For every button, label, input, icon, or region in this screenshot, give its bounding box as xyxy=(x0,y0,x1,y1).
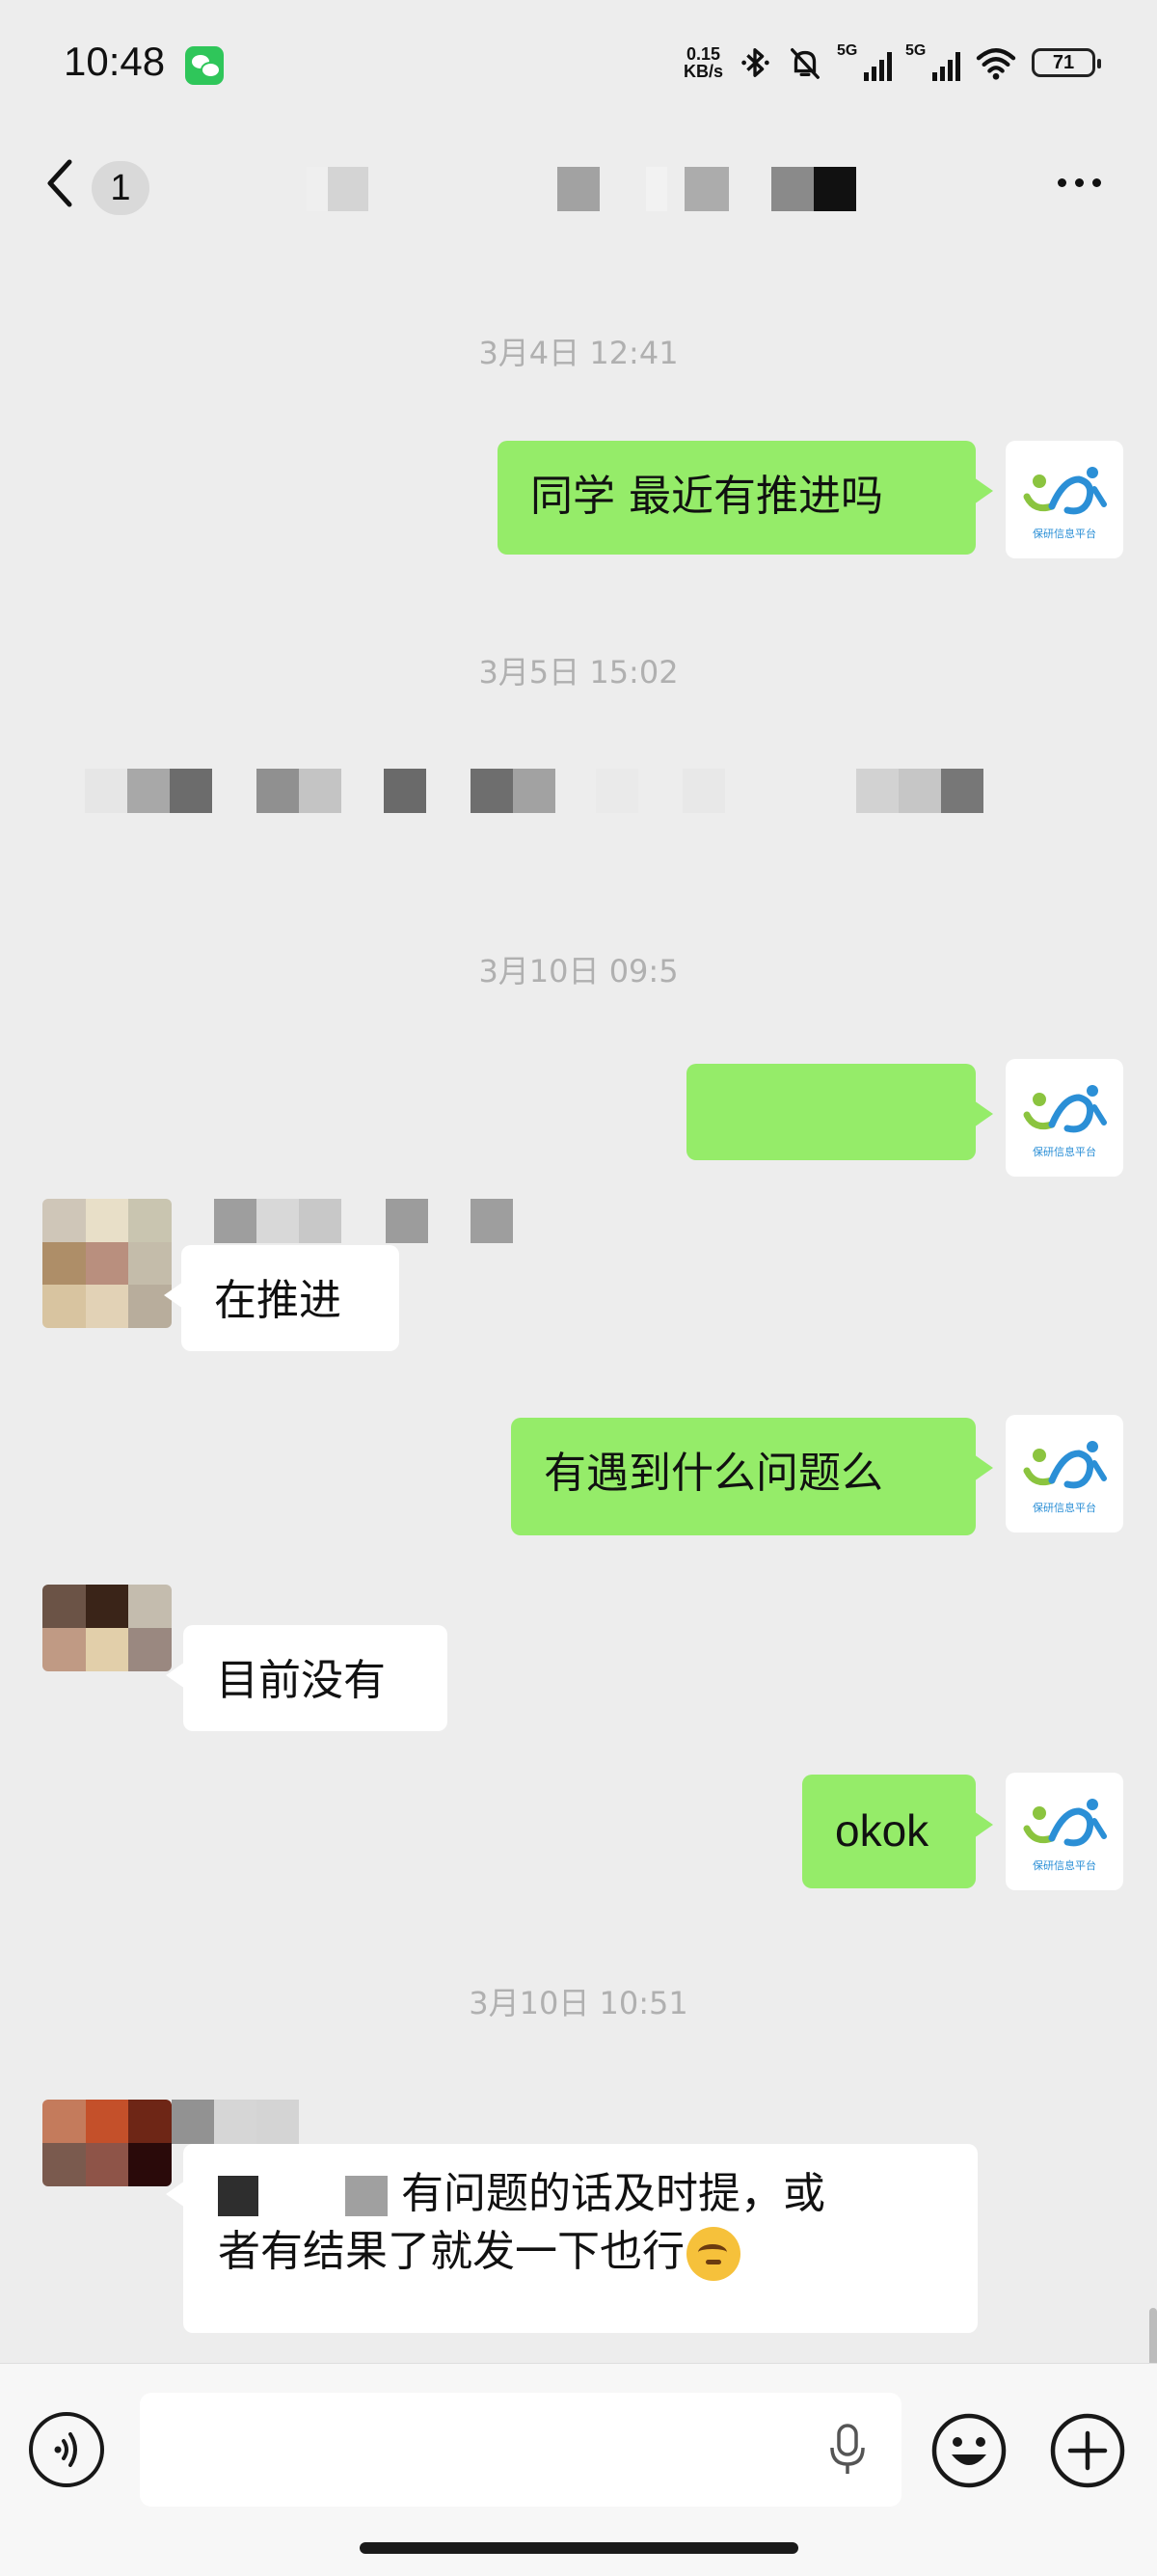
outgoing-message[interactable]: okok xyxy=(802,1775,993,1888)
chevron-left-icon xyxy=(47,159,72,207)
microphone-icon[interactable] xyxy=(824,2422,871,2478)
wechat-app-icon xyxy=(185,46,224,85)
my-avatar[interactable]: 保研信息平台 xyxy=(1006,1059,1123,1177)
message-timestamp: 3月10日 10:51 xyxy=(469,1985,688,2021)
title-pixelated-mosaic xyxy=(289,167,868,215)
outgoing-message-obscured[interactable] xyxy=(686,1064,993,1160)
platform-logo-icon: 保研信息平台 xyxy=(1023,1441,1107,1514)
signal-icon: 5G xyxy=(837,42,892,81)
status-time: 10:48 xyxy=(64,39,166,84)
message-text-line1: 有问题的话及时提，或 xyxy=(401,2169,825,2218)
network-type-2: 5G xyxy=(905,42,927,59)
net-speed: 0.15 KB/s xyxy=(684,45,723,80)
unread-count-badge[interactable]: 1 xyxy=(92,161,149,215)
my-avatar[interactable]: 保研信息平台 xyxy=(1006,1415,1123,1532)
voice-button[interactable] xyxy=(29,2412,104,2487)
more-options-button[interactable] xyxy=(1058,178,1101,187)
unread-count: 1 xyxy=(110,167,131,208)
back-button[interactable] xyxy=(39,154,87,212)
status-bar: 10:48 0.15 KB/s 5G 5G 71 xyxy=(0,0,1157,130)
net-speed-unit: KB/s xyxy=(683,62,723,81)
more-dots-icon xyxy=(1058,178,1066,187)
battery-level: 71 xyxy=(1052,51,1075,73)
message-list[interactable]: 3月4日 12:41 同学 最近有推进吗 保研信息平台 3月5日 15:02 3… xyxy=(0,236,1157,2566)
my-avatar[interactable]: 保研信息平台 xyxy=(1006,441,1123,558)
input-bar xyxy=(0,2363,1157,2576)
avatar-caption: 保研信息平台 xyxy=(1033,527,1096,540)
avatar-caption: 保研信息平台 xyxy=(1033,1858,1096,1872)
bluetooth-icon xyxy=(741,48,769,77)
message-input[interactable] xyxy=(140,2393,901,2507)
message-line: 有问题的话及时提，或 xyxy=(218,2165,943,2223)
status-icons: 0.15 KB/s 5G 5G 71 xyxy=(684,39,1101,87)
message-timestamp: 3月4日 12:41 xyxy=(478,335,679,371)
voice-icon xyxy=(54,2432,77,2467)
home-indicator xyxy=(360,2542,798,2554)
avatar-caption: 保研信息平台 xyxy=(1033,1145,1096,1158)
outgoing-message[interactable]: 同学 最近有推进吗 xyxy=(498,441,993,555)
platform-logo-icon: 保研信息平台 xyxy=(1023,1085,1107,1158)
incoming-message[interactable]: 在推进 xyxy=(164,1245,399,1351)
thinking-face-emoji xyxy=(686,2227,740,2281)
platform-logo-icon: 保研信息平台 xyxy=(1023,1799,1107,1872)
contact-avatar[interactable] xyxy=(42,1199,172,1328)
message-text-line2: 者有结果了就发一下也行 xyxy=(218,2227,685,2276)
mute-bell-icon xyxy=(791,48,820,79)
battery-icon: 71 xyxy=(1032,48,1101,77)
platform-logo-icon: 保研信息平台 xyxy=(1023,467,1107,540)
incoming-message[interactable]: 有问题的话及时提，或 者有结果了就发一下也行 xyxy=(166,2144,978,2333)
outgoing-message[interactable]: 有遇到什么问题么 xyxy=(511,1418,993,1535)
contact-avatar[interactable] xyxy=(42,2100,172,2186)
chat-title[interactable] xyxy=(289,167,868,215)
avatar-caption: 保研信息平台 xyxy=(1033,1501,1096,1514)
wifi-icon xyxy=(976,48,1016,80)
incoming-message[interactable]: 目前没有 xyxy=(166,1625,447,1731)
obscured-system-message xyxy=(85,769,991,813)
plus-circle-icon[interactable] xyxy=(1049,2412,1126,2489)
sender-name-obscured xyxy=(214,1199,523,1243)
message-timestamp: 3月5日 15:02 xyxy=(478,654,679,691)
sender-name-obscured xyxy=(172,2100,301,2144)
chat-header: 1 xyxy=(0,130,1157,236)
my-avatar[interactable]: 保研信息平台 xyxy=(1006,1773,1123,1890)
net-speed-value: 0.15 xyxy=(686,44,721,64)
message-timestamp: 3月10日 09:5 xyxy=(478,953,679,990)
contact-avatar[interactable] xyxy=(42,1585,172,1671)
smile-emoji-icon[interactable] xyxy=(930,2412,1008,2489)
signal-icon: 5G xyxy=(905,42,960,81)
network-type-1: 5G xyxy=(837,42,858,59)
message-line: 者有结果了就发一下也行 xyxy=(218,2223,943,2281)
